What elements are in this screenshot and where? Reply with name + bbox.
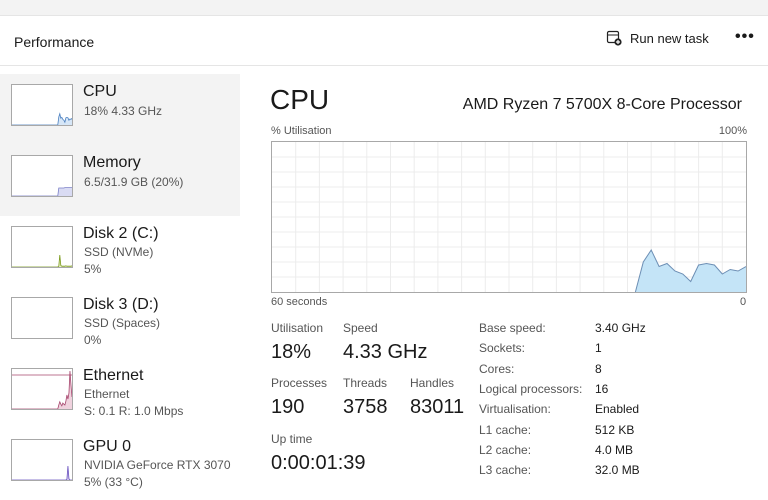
y-axis-label: % Utilisation xyxy=(271,125,332,137)
header: Performance Run new task ••• xyxy=(0,16,768,66)
utilisation-value: 18% xyxy=(271,341,311,364)
sidebar-item-disk-2[interactable]: Disk 2 (C:) SSD (NVMe) 5% xyxy=(0,216,240,287)
item-sub2: 5% (33 °C) xyxy=(84,475,143,489)
run-task-icon xyxy=(606,30,622,46)
thumbnail-svg xyxy=(12,369,72,409)
sidebar-item-disk-3[interactable]: Disk 3 (D:) SSD (Spaces) 0% xyxy=(0,287,240,358)
handles-label: Handles xyxy=(410,376,454,390)
thumbnail-svg xyxy=(12,298,72,338)
utilisation-label: Utilisation xyxy=(271,321,323,335)
spec-label: Base speed: xyxy=(479,321,546,335)
thumbnail-svg xyxy=(12,85,72,125)
uptime-label: Up time xyxy=(271,432,312,446)
more-options-button[interactable]: ••• xyxy=(735,28,755,46)
item-sub: SSD (NVMe) xyxy=(84,245,153,259)
sidebar-item-gpu-0[interactable]: GPU 0 NVIDIA GeForce RTX 3070 5% (33 °C) xyxy=(0,429,240,500)
window-top-strip xyxy=(0,0,768,16)
run-new-task-label: Run new task xyxy=(630,31,709,46)
speed-label: Speed xyxy=(343,321,378,335)
spec-value: 1 xyxy=(595,341,602,355)
item-name: Ethernet xyxy=(83,367,143,385)
memory-thumbnail-graph xyxy=(11,155,73,197)
processes-label: Processes xyxy=(271,376,327,390)
spec-label: L2 cache: xyxy=(479,443,531,457)
ethernet-thumbnail-graph xyxy=(11,368,73,410)
item-name: Disk 3 (D:) xyxy=(83,296,159,314)
threads-label: Threads xyxy=(343,376,387,390)
gpu-thumbnail-graph xyxy=(11,439,73,481)
item-sub: NVIDIA GeForce RTX 3070 xyxy=(84,458,231,472)
item-sub: 6.5/31.9 GB (20%) xyxy=(84,175,183,189)
cpu-utilisation-graph xyxy=(271,141,747,293)
x-axis-right-label: 0 xyxy=(740,296,746,308)
processor-name: AMD Ryzen 7 5700X 8-Core Processor xyxy=(463,96,742,114)
thumbnail-svg xyxy=(12,156,72,196)
thumbnail-fill xyxy=(12,255,72,267)
thumbnail-line xyxy=(12,255,72,267)
thumbnail-svg xyxy=(12,227,72,267)
item-sub: Ethernet xyxy=(84,387,129,401)
item-sub2: S: 0.1 R: 1.0 Mbps xyxy=(84,404,183,418)
spec-label: Cores: xyxy=(479,362,514,376)
speed-value: 4.33 GHz xyxy=(343,341,427,364)
spec-value: 3.40 GHz xyxy=(595,321,646,335)
threads-value: 3758 xyxy=(343,396,388,419)
item-sub2: 0% xyxy=(84,333,101,347)
disk3-thumbnail-graph xyxy=(11,297,73,339)
cpu-area-fill xyxy=(635,250,746,292)
spec-label: L3 cache: xyxy=(479,463,531,477)
sidebar: CPU18% 4.33 GHz Memory6.5/31.9 GB (20%) … xyxy=(0,74,240,500)
item-name: Disk 2 (C:) xyxy=(83,225,159,243)
page-title: Performance xyxy=(14,34,94,50)
cpu-thumbnail-graph xyxy=(11,84,73,126)
sidebar-item-memory[interactable]: Memory 6.5/31.9 GB (20%) xyxy=(0,145,240,216)
spec-label: Virtualisation: xyxy=(479,402,551,416)
item-name: GPU 0 xyxy=(83,438,131,456)
spec-label: L1 cache: xyxy=(479,423,531,437)
run-new-task-button[interactable]: Run new task xyxy=(606,30,709,46)
disk2-thumbnail-graph xyxy=(11,226,73,268)
processes-value: 190 xyxy=(271,396,304,419)
spec-value: 4.0 MB xyxy=(595,443,633,457)
spec-value: Enabled xyxy=(595,402,639,416)
item-name: CPU xyxy=(83,83,117,101)
item-sub2: 5% xyxy=(84,262,101,276)
item-sub: 18% 4.33 GHz xyxy=(84,104,162,118)
handles-value: 83011 xyxy=(410,396,464,419)
x-axis-left-label: 60 seconds xyxy=(271,296,327,308)
y-axis-max: 100% xyxy=(719,125,747,137)
thumbnail-line xyxy=(12,466,72,480)
uptime-value: 0:00:01:39 xyxy=(271,452,366,475)
spec-value: 32.0 MB xyxy=(595,463,640,477)
resource-title: CPU xyxy=(270,84,329,116)
spec-value: 16 xyxy=(595,382,608,396)
thumbnail-fill xyxy=(12,188,72,196)
sidebar-item-cpu[interactable]: CPU 18% 4.33 GHz xyxy=(0,74,240,145)
spec-label: Sockets: xyxy=(479,341,525,355)
item-sub: SSD (Spaces) xyxy=(84,316,160,330)
spec-value: 512 KB xyxy=(595,423,634,437)
thumbnail-fill xyxy=(12,466,72,480)
spec-value: 8 xyxy=(595,362,602,376)
thumbnail-line xyxy=(12,371,72,409)
item-name: Memory xyxy=(83,154,141,172)
sidebar-item-ethernet[interactable]: Ethernet Ethernet S: 0.1 R: 1.0 Mbps xyxy=(0,358,240,429)
thumbnail-svg xyxy=(12,440,72,480)
spec-label: Logical processors: xyxy=(479,382,582,396)
